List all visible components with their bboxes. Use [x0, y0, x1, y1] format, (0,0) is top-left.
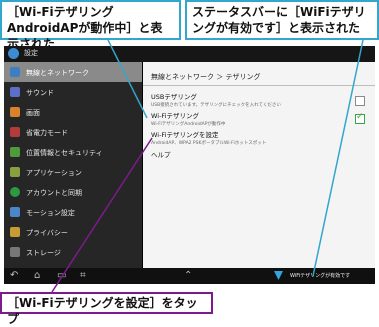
- wifi-tethering-summary: Wi-FiテザリングAndroidAPが動作中: [151, 122, 226, 127]
- callout-statusbar-tethering: ステータスバーに［WiFiテザリングが有効です］と表示された: [185, 0, 379, 40]
- usb-tethering-row[interactable]: USBテザリング USB接続されています。テザリングにチェックを入れてください: [151, 93, 366, 109]
- sidebar-item-label: プライバシー: [26, 229, 68, 237]
- usb-tethering-summary: USB接続されています。テザリングにチェックを入れてください: [151, 103, 281, 108]
- help-label: ヘルプ: [151, 151, 171, 159]
- wifi-tethering-settings-summary: AndroidAP、WPA2 PSKポータブルWi-Fiホットスポット: [151, 141, 267, 146]
- tethering-panel: 無線とネットワーク ＞ テザリング USBテザリング USB接続されています。テ…: [143, 62, 375, 268]
- motion-icon: [10, 207, 20, 217]
- recent-apps-icon[interactable]: ▭: [57, 270, 66, 282]
- sidebar-item-label: 無線とネットワーク: [26, 69, 89, 77]
- privacy-icon: [10, 227, 20, 237]
- menu-up-icon[interactable]: ⌃: [184, 270, 192, 282]
- callout-tap-wifi-settings: ［Wi-Fiテザリングを設定］をタップ: [0, 292, 213, 326]
- sidebar-item-label: 省電力モード: [26, 129, 68, 137]
- home-icon[interactable]: ⌂: [34, 270, 40, 282]
- system-navigation-bar: ↶ ⌂ ▭ ⌗ ⌃ WiFiテザリングが有効です: [4, 268, 375, 284]
- sidebar-item-label: 位置情報とセキュリティ: [26, 149, 103, 157]
- wifi-tethering-settings-row[interactable]: Wi-Fiテザリングを設定 AndroidAP、WPA2 PSKポータブルWi-…: [151, 131, 366, 147]
- settings-title: 設定: [24, 49, 38, 57]
- battery-icon: [10, 127, 20, 137]
- settings-title-bar: 設定: [4, 46, 375, 62]
- speaker-icon: [10, 87, 20, 97]
- sidebar-item-label: 画面: [26, 109, 40, 117]
- breadcrumb-divider: [143, 85, 375, 86]
- wifi-tethering-status-icon: [274, 271, 283, 280]
- sidebar-item-storage[interactable]: ストレージ: [4, 242, 142, 262]
- apps-icon: [10, 167, 20, 177]
- tablet-screen: 設定 無線とネットワーク サウンド 画面 省電力モード 位置情報とセキュリティ …: [4, 46, 375, 284]
- lock-icon: [10, 147, 20, 157]
- sidebar-item-power-saving[interactable]: 省電力モード: [4, 122, 142, 142]
- sidebar-item-wireless[interactable]: 無線とネットワーク: [4, 62, 142, 82]
- sidebar-item-accounts-sync[interactable]: アカウントと同期: [4, 182, 142, 202]
- usb-tethering-checkbox[interactable]: [355, 96, 365, 106]
- sidebar-item-label: サウンド: [26, 89, 54, 97]
- sidebar-item-label: モーション設定: [26, 209, 75, 217]
- callout-ap-running: ［Wi-FiテザリングAndroidAPが動作中］と表示された: [0, 0, 181, 51]
- wifi-tethering-settings-title: Wi-Fiテザリングを設定: [151, 131, 219, 139]
- wifi-tethering-row[interactable]: Wi-Fiテザリング Wi-FiテザリングAndroidAPが動作中: [151, 112, 366, 128]
- sidebar-item-privacy[interactable]: プライバシー: [4, 222, 142, 242]
- wifi-tethering-title: Wi-Fiテザリング: [151, 112, 200, 120]
- sidebar-item-label: アカウントと同期: [26, 189, 82, 197]
- sidebar-item-location-security[interactable]: 位置情報とセキュリティ: [4, 142, 142, 162]
- back-icon[interactable]: ↶: [10, 270, 18, 282]
- sidebar-item-display[interactable]: 画面: [4, 102, 142, 122]
- sidebar-item-label: アプリケーション: [26, 169, 82, 177]
- settings-sidebar: 無線とネットワーク サウンド 画面 省電力モード 位置情報とセキュリティ アプリ…: [4, 62, 142, 268]
- screenshot-icon[interactable]: ⌗: [80, 270, 86, 282]
- sidebar-item-sound[interactable]: サウンド: [4, 82, 142, 102]
- storage-icon: [10, 247, 20, 257]
- sidebar-item-label: ストレージ: [26, 249, 61, 257]
- help-row[interactable]: ヘルプ: [151, 151, 366, 160]
- status-notification-text: WiFiテザリングが有効です: [290, 273, 351, 279]
- breadcrumb: 無線とネットワーク ＞ テザリング: [151, 73, 261, 81]
- gear-icon: [8, 48, 19, 59]
- wifi-icon: [10, 67, 20, 77]
- usb-tethering-title: USBテザリング: [151, 93, 197, 101]
- sidebar-item-motion[interactable]: モーション設定: [4, 202, 142, 222]
- display-icon: [10, 107, 20, 117]
- sync-icon: [10, 187, 20, 197]
- wifi-tethering-checkbox[interactable]: [355, 112, 365, 124]
- sidebar-item-applications[interactable]: アプリケーション: [4, 162, 142, 182]
